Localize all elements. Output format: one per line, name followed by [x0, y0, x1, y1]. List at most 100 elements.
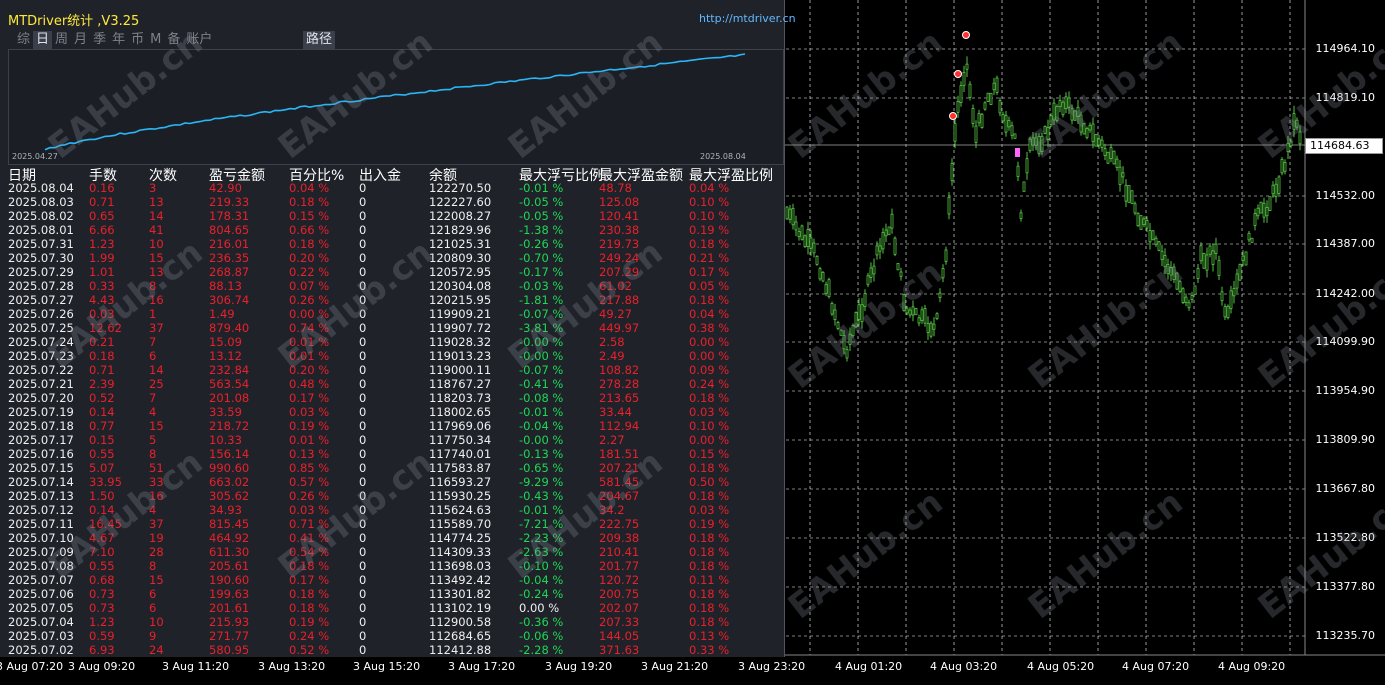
- tab-2[interactable]: 周: [52, 31, 71, 49]
- table-cell: 201.77: [599, 559, 640, 573]
- table-row: 2025.08.02 0.65 14 178.31 0.15 % 0 122008.27 -0…: [0, 209, 784, 223]
- candle-body: [1232, 288, 1236, 297]
- tab-route[interactable]: 路径: [303, 31, 336, 49]
- tab-5[interactable]: 年: [109, 31, 128, 49]
- table-cell: 0: [359, 587, 367, 601]
- candle-body: [809, 237, 813, 249]
- table-cell: 16.45: [89, 517, 122, 531]
- table-cell: 6.93: [89, 643, 115, 657]
- candle-body: [1163, 255, 1167, 268]
- table-cell: 0.10 %: [689, 209, 730, 223]
- table-cell: -7.21 %: [519, 517, 564, 531]
- table-row: 2025.07.23 0.18 6 13.12 0.01 % 0 119013.23 -0.0…: [0, 349, 784, 363]
- table-cell: 0.52 %: [289, 643, 330, 657]
- candle-body: [1100, 139, 1104, 148]
- tab-1[interactable]: 日: [33, 31, 53, 49]
- table-cell: 232.84: [209, 363, 250, 377]
- table-cell: 2025.07.09: [8, 545, 74, 559]
- candle-body: [1064, 96, 1068, 109]
- table-cell: 209.38: [599, 531, 640, 545]
- mtdriver-stats-panel[interactable]: MTDriver统计 ,V3.25 http://mtdriver.cn 综日周…: [0, 0, 796, 657]
- table-cell: 2025.07.15: [8, 461, 74, 475]
- table-cell: 0.38 %: [689, 321, 730, 335]
- candle-body: [815, 256, 819, 265]
- table-cell: -0.05 %: [519, 195, 564, 209]
- table-cell: -0.43 %: [519, 489, 564, 503]
- candle-body: [1208, 245, 1212, 255]
- candle-body: [917, 317, 921, 324]
- candle-body: [866, 275, 870, 285]
- table-cell: 122227.60: [429, 195, 492, 209]
- table-cell: 371.63: [599, 643, 640, 657]
- tab-0[interactable]: 综: [14, 31, 33, 49]
- table-row: 2025.07.11 16.45 37 815.45 0.71 % 0 115589.70 -…: [0, 517, 784, 531]
- candle-body: [923, 308, 927, 324]
- table-cell: 580.95: [209, 643, 250, 657]
- candle-body: [1016, 165, 1020, 177]
- table-cell: 0: [359, 503, 367, 517]
- table-cell: 120.41: [599, 209, 640, 223]
- table-cell: 4.43: [89, 293, 115, 307]
- tab-6[interactable]: 币: [128, 31, 147, 49]
- table-cell: 990.60: [209, 461, 250, 475]
- table-cell: 108.82: [599, 363, 640, 377]
- table-cell: 0: [359, 181, 367, 195]
- table-cell: 2.49: [599, 349, 625, 363]
- candle-body: [1046, 126, 1050, 140]
- table-cell: 0.18 %: [289, 237, 330, 251]
- table-cell: 10: [149, 615, 164, 629]
- panel-url-link[interactable]: http://mtdriver.cn: [699, 12, 796, 25]
- time-tick-label: 4 Aug 03:20: [930, 660, 998, 673]
- candle-body: [1157, 241, 1161, 251]
- table-cell: 178.31: [209, 209, 250, 223]
- table-cell: 2025.07.12: [8, 503, 74, 517]
- table-row: 2025.07.29 1.01 13 268.87 0.22 % 0 120572.95 -0…: [0, 265, 784, 279]
- candle-body: [833, 309, 837, 320]
- candle-body: [1049, 115, 1053, 126]
- table-cell: 118767.27: [429, 377, 492, 391]
- table-cell: 13.12: [209, 349, 242, 363]
- candle-body: [1034, 137, 1038, 146]
- table-cell: 37: [149, 517, 164, 531]
- tab-9[interactable]: 账户: [183, 31, 215, 49]
- table-cell: 15: [149, 251, 164, 265]
- table-cell: 0.18 %: [289, 587, 330, 601]
- table-cell: 0.18: [89, 349, 115, 363]
- candle-body: [1133, 203, 1137, 214]
- table-row: 2025.07.10 4.67 19 464.92 0.41 % 0 114774.25 -2…: [0, 531, 784, 545]
- table-cell: 271.77: [209, 629, 250, 643]
- table-cell: 117750.34: [429, 433, 492, 447]
- table-cell: 0.03 %: [289, 503, 330, 517]
- candle-body: [806, 229, 810, 248]
- tab-7[interactable]: M: [147, 31, 164, 49]
- tab-3[interactable]: 月: [71, 31, 90, 49]
- tab-8[interactable]: 备: [164, 31, 183, 49]
- tab-4[interactable]: 季: [90, 31, 109, 49]
- table-cell: 219.73: [599, 237, 640, 251]
- candle-body: [1226, 305, 1230, 318]
- candle-body: [1187, 302, 1191, 309]
- candle-body: [1256, 207, 1260, 217]
- time-tick-label: 3 Aug 17:20: [448, 660, 516, 673]
- table-cell: 122008.27: [429, 209, 492, 223]
- table-cell: 2025.08.01: [8, 223, 74, 237]
- candle-body: [875, 245, 879, 256]
- table-cell: 0: [359, 251, 367, 265]
- table-row: 2025.07.14 33.95 33 663.02 0.57 % 0 116593.27 -…: [0, 475, 784, 489]
- candle-body: [974, 125, 978, 143]
- table-cell: -0.01 %: [519, 503, 564, 517]
- table-row: 2025.07.25 12.62 37 879.40 0.74 % 0 119907.72 -…: [0, 321, 784, 335]
- candle-body: [881, 232, 885, 250]
- table-cell: 9: [149, 629, 157, 643]
- candle-body: [1199, 245, 1203, 262]
- table-cell: 0.01 %: [289, 433, 330, 447]
- table-cell: 2025.07.31: [8, 237, 74, 251]
- table-cell: 0.73: [89, 587, 115, 601]
- time-tick-label: 4 Aug 01:20: [835, 660, 903, 673]
- table-cell: 278.28: [599, 377, 640, 391]
- table-cell: 0: [359, 321, 367, 335]
- table-cell: 213.65: [599, 391, 640, 405]
- table-cell: 0.03 %: [689, 405, 730, 419]
- table-cell: 2.27: [599, 433, 625, 447]
- table-cell: 2025.07.18: [8, 419, 74, 433]
